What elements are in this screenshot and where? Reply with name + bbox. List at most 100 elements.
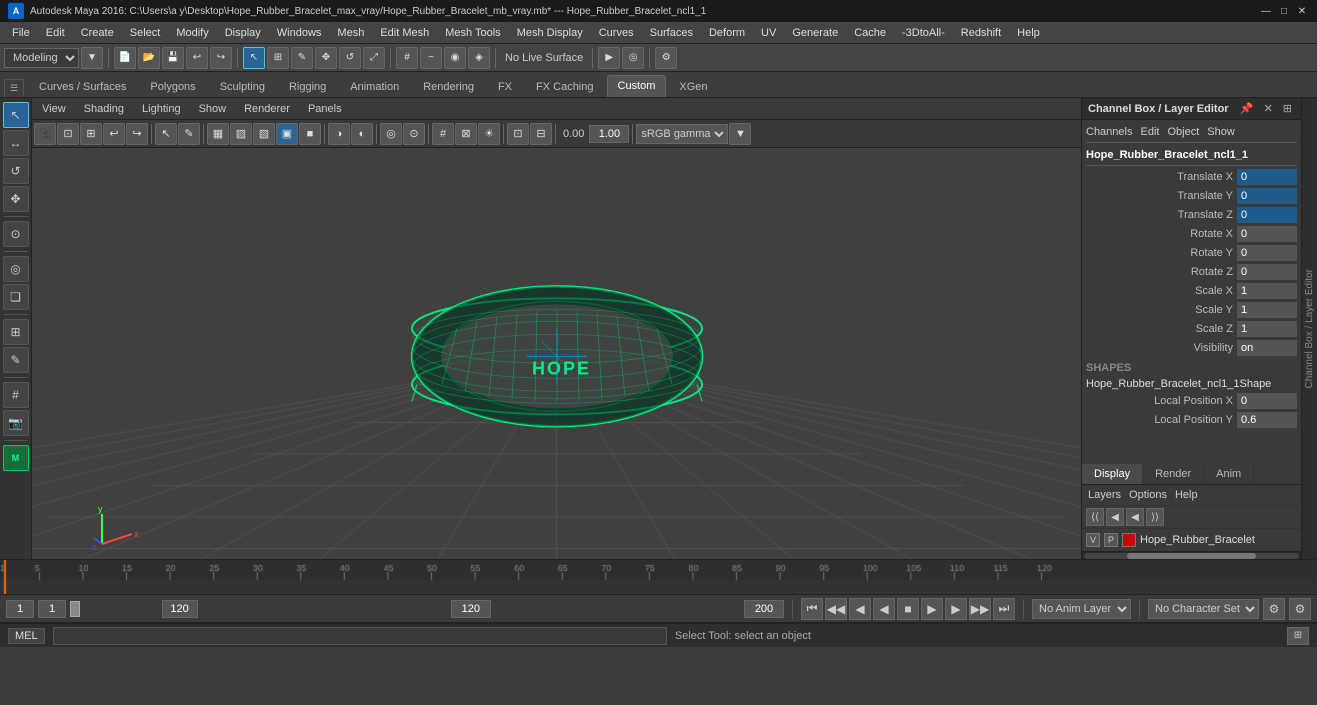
lt-lasso[interactable]: ⊞ — [3, 319, 29, 345]
lt-maya-icon[interactable]: M — [3, 445, 29, 471]
vp-menu-show[interactable]: Show — [193, 101, 233, 117]
layer-new[interactable]: ⟨⟨ — [1086, 508, 1104, 526]
cb-rotate-z-value[interactable]: 0 — [1237, 264, 1297, 280]
vp-menu-view[interactable]: View — [36, 101, 72, 117]
tb-snap-point[interactable]: ◉ — [444, 47, 466, 69]
vt-wireframe-on-shaded[interactable]: ▣ — [276, 123, 298, 145]
tb-redo[interactable]: ↪ — [210, 47, 232, 69]
tb-new[interactable]: 📄 — [114, 47, 136, 69]
anim-range-end-input[interactable] — [744, 600, 784, 618]
layer-tab-render[interactable]: Render — [1143, 464, 1204, 484]
menu-help[interactable]: Help — [1009, 25, 1048, 41]
cb-local-pos-y-value[interactable]: 0.6 — [1237, 412, 1297, 428]
menu-mesh-display[interactable]: Mesh Display — [509, 25, 591, 41]
lt-soft-select[interactable]: ◎ — [3, 256, 29, 282]
maximize-button[interactable]: □ — [1277, 4, 1291, 18]
lt-snap-grid[interactable]: # — [3, 382, 29, 408]
layer-next[interactable]: ◀ — [1126, 508, 1144, 526]
viewport-canvas[interactable]: HOPE x y — [32, 148, 1081, 559]
tb-rotate[interactable]: ↺ — [339, 47, 361, 69]
pb-play[interactable]: ▶ — [921, 598, 943, 620]
tab-custom[interactable]: Custom — [607, 75, 667, 97]
vt-shaded[interactable]: ■ — [299, 123, 321, 145]
vt-smooth[interactable]: ▨ — [230, 123, 252, 145]
vt-xray[interactable]: ◎ — [380, 123, 402, 145]
cb-translate-x-value[interactable]: 0 — [1237, 169, 1297, 185]
vt-ambient-occ[interactable]: ◐ — [351, 123, 373, 145]
vt-fit[interactable]: ⊡ — [57, 123, 79, 145]
cb-menu-show[interactable]: Show — [1207, 126, 1235, 138]
anim-layer-select[interactable]: No Anim Layer — [1032, 599, 1131, 619]
current-frame-input[interactable] — [38, 600, 66, 618]
vt-lights[interactable]: ☀ — [478, 123, 500, 145]
pb-goto-start[interactable]: ⏮ — [801, 598, 823, 620]
vt-undo-cam[interactable]: ↩ — [103, 123, 125, 145]
layer-last[interactable]: ⟩⟩ — [1146, 508, 1164, 526]
cb-menu-channels[interactable]: Channels — [1086, 126, 1132, 138]
anim-settings[interactable]: ⚙ — [1289, 598, 1311, 620]
menu-edit-mesh[interactable]: Edit Mesh — [372, 25, 437, 41]
mode-selector[interactable]: Modeling — [4, 48, 79, 68]
pb-step-forward[interactable]: ▶▶ — [969, 598, 991, 620]
tb-ipr[interactable]: ◎ — [622, 47, 644, 69]
end-frame-input[interactable] — [162, 600, 198, 618]
layer-visibility-toggle[interactable]: V — [1086, 533, 1100, 547]
vt-hud[interactable]: ⊠ — [455, 123, 477, 145]
vt-shadow[interactable]: ◑ — [328, 123, 350, 145]
layer-prev[interactable]: ◀ — [1106, 508, 1124, 526]
vt-redo-cam[interactable]: ↪ — [126, 123, 148, 145]
pb-goto-end[interactable]: ⏭ — [993, 598, 1015, 620]
tb-paint[interactable]: ✎ — [291, 47, 313, 69]
pb-step-back[interactable]: ◀◀ — [825, 598, 847, 620]
lt-paint[interactable]: ✎ — [3, 347, 29, 373]
cb-translate-z-value[interactable]: 0 — [1237, 207, 1297, 223]
vt-grid[interactable]: # — [432, 123, 454, 145]
script-mode-label[interactable]: MEL — [8, 628, 45, 644]
pb-play-back[interactable]: ◀ — [873, 598, 895, 620]
lt-camera[interactable]: 📷 — [3, 410, 29, 436]
tb-snap-surface[interactable]: ◈ — [468, 47, 490, 69]
minimize-button[interactable]: — — [1259, 4, 1273, 18]
anim-end-input[interactable] — [451, 600, 491, 618]
pb-prev-frame[interactable]: ◀ — [849, 598, 871, 620]
tab-sculpting[interactable]: Sculpting — [209, 76, 276, 97]
tb-open[interactable]: 📂 — [138, 47, 160, 69]
pb-next-frame[interactable]: ▶ — [945, 598, 967, 620]
cb-scale-x-value[interactable]: 1 — [1237, 283, 1297, 299]
lt-scale[interactable]: ✥ — [3, 186, 29, 212]
menu-generate[interactable]: Generate — [784, 25, 846, 41]
lt-show-manip[interactable]: ❑ — [3, 284, 29, 310]
timeline[interactable] — [0, 559, 1317, 595]
vt-flat[interactable]: ▧ — [253, 123, 275, 145]
menu-mesh-tools[interactable]: Mesh Tools — [437, 25, 508, 41]
layer-menu-help[interactable]: Help — [1175, 489, 1198, 501]
attribute-editor-tab[interactable]: Channel Box / Layer Editor — [1301, 98, 1317, 559]
menu-edit[interactable]: Edit — [38, 25, 73, 41]
tb-select[interactable]: ↖ — [243, 47, 265, 69]
menu-create[interactable]: Create — [73, 25, 122, 41]
menu-select[interactable]: Select — [122, 25, 169, 41]
tab-xgen[interactable]: XGen — [668, 76, 718, 97]
lt-rotate[interactable]: ↺ — [3, 158, 29, 184]
char-set-settings[interactable]: ⚙ — [1263, 598, 1285, 620]
tb-snap-curve[interactable]: ~ — [420, 47, 442, 69]
layer-tab-anim[interactable]: Anim — [1204, 464, 1254, 484]
char-set-select[interactable]: No Character Set — [1148, 599, 1259, 619]
vt-camera[interactable]: 🎥 — [34, 123, 56, 145]
mel-input[interactable] — [53, 627, 667, 645]
cb-scale-z-value[interactable]: 1 — [1237, 321, 1297, 337]
layer-scrollbar[interactable] — [1082, 551, 1301, 559]
cb-scale-y-value[interactable]: 1 — [1237, 302, 1297, 318]
menu-3dto-all[interactable]: -3DtoAll- — [894, 25, 953, 41]
pb-stop[interactable]: ■ — [897, 598, 919, 620]
vp-menu-shading[interactable]: Shading — [78, 101, 130, 117]
cb-rotate-y-value[interactable]: 0 — [1237, 245, 1297, 261]
shelf-menu-btn[interactable]: ☰ — [4, 79, 24, 97]
tb-move[interactable]: ✥ — [315, 47, 337, 69]
lt-move[interactable]: ↔ — [3, 130, 29, 156]
tb-snap-grid[interactable]: # — [396, 47, 418, 69]
status-right-icon[interactable]: ⊞ — [1287, 627, 1309, 645]
vp-menu-lighting[interactable]: Lighting — [136, 101, 187, 117]
vt-select-mode[interactable]: ↖ — [155, 123, 177, 145]
layer-tab-display[interactable]: Display — [1082, 464, 1143, 484]
